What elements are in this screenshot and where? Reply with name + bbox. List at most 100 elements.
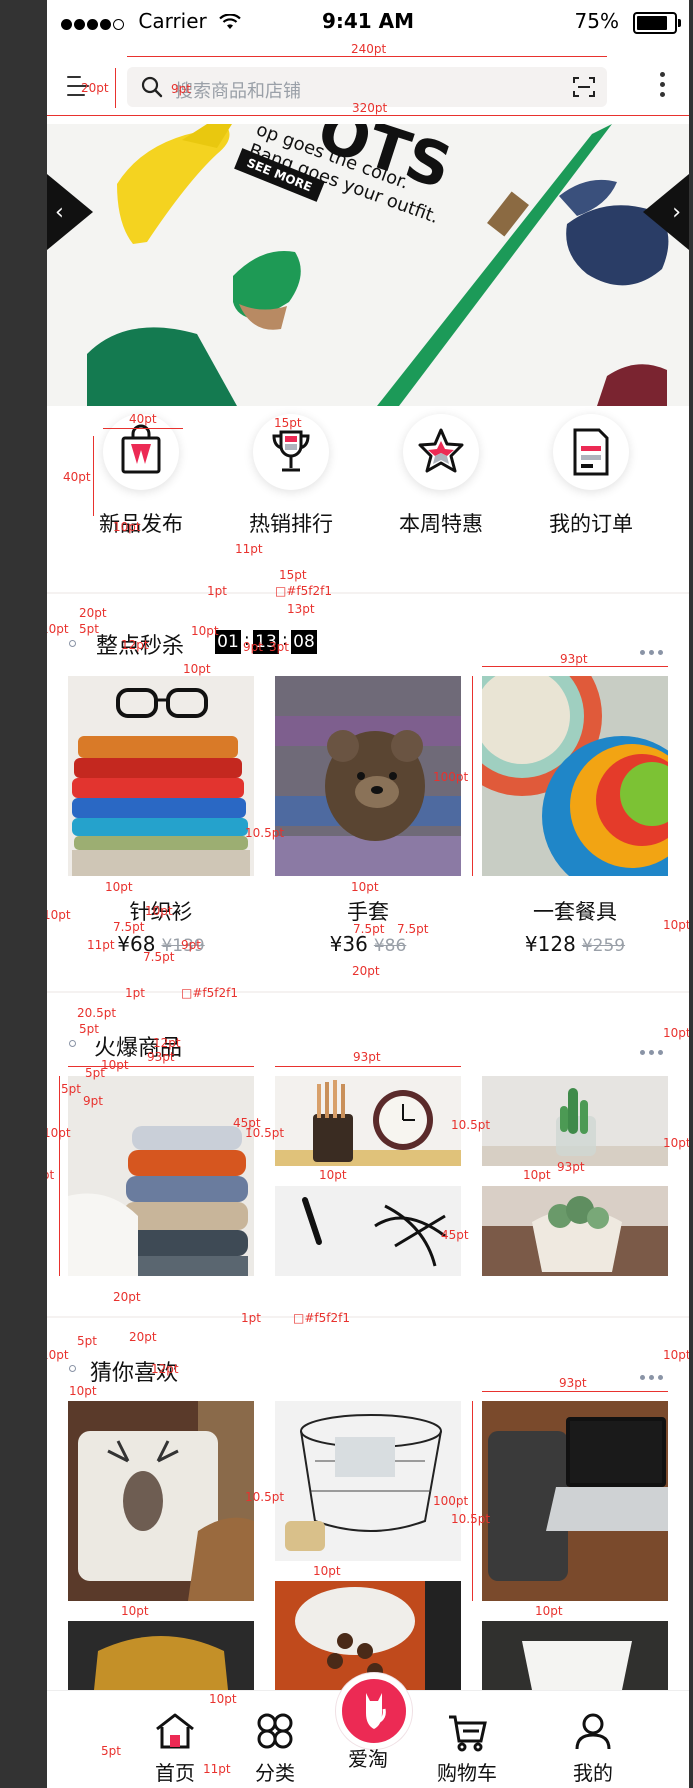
measure-label: 7.5pt <box>353 922 385 936</box>
shopping-bag-icon <box>121 424 161 474</box>
hot-item-succulent[interactable] <box>482 1186 668 1276</box>
category-new-arrivals[interactable]: 新品发布 <box>91 414 191 538</box>
section-more-icon[interactable] <box>640 640 670 655</box>
measure-label: 13pt <box>287 602 315 616</box>
category-label: 本周特惠 <box>399 512 483 536</box>
banner-next-button[interactable] <box>643 174 689 250</box>
banner-prev-button[interactable] <box>47 174 93 250</box>
measure-label: 20pt <box>352 964 380 978</box>
measure-line <box>482 666 668 667</box>
measure-label: 12pt <box>153 1036 181 1050</box>
measure-label: 10pt <box>663 918 689 932</box>
product-photo <box>68 1621 254 1690</box>
product-photo <box>68 676 254 876</box>
measure-line <box>127 56 607 57</box>
hot-item-cactus[interactable] <box>482 1076 668 1166</box>
guess-item-laptop[interactable] <box>482 1401 668 1601</box>
measure-label: 12pt <box>121 638 149 652</box>
star-icon <box>418 428 464 473</box>
more-options-icon[interactable] <box>660 72 666 102</box>
measure-label: 93pt <box>559 1376 587 1390</box>
guess-item-deer-pillow[interactable] <box>68 1401 254 1601</box>
tab-label: 我的 <box>573 1761 613 1785</box>
tab-mine[interactable]: 我的 <box>543 1691 643 1786</box>
guess-item-bag[interactable] <box>68 1621 254 1690</box>
measure-label: 11pt <box>235 542 263 556</box>
chevron-right-icon: › <box>672 200 681 225</box>
measure-label: 100pt <box>433 770 469 784</box>
product-photo <box>482 1401 668 1601</box>
measure-line <box>59 1076 60 1276</box>
measure-label: 10pt <box>663 1136 689 1150</box>
measure-label: 45pt <box>441 1228 469 1242</box>
promo-banner[interactable]: OTS op goes the color. Bang goes your ou… <box>47 124 689 406</box>
measure-label: 5pt <box>85 1066 105 1080</box>
section-more-icon[interactable] <box>640 1040 670 1055</box>
category-my-orders[interactable]: 我的订单 <box>541 414 641 538</box>
product-image-sweaters[interactable] <box>68 676 254 876</box>
section-more-icon[interactable] <box>640 1365 670 1380</box>
tab-category[interactable]: 分类 <box>225 1691 325 1786</box>
section-dot <box>69 640 76 647</box>
measure-label: 20pt <box>113 1290 141 1304</box>
category-label: 热销排行 <box>249 512 333 536</box>
tab-label: 分类 <box>255 1761 295 1785</box>
measure-label: 11pt <box>203 1762 231 1776</box>
category-label: 新品发布 <box>99 512 183 536</box>
search-icon <box>141 76 163 102</box>
document-icon <box>573 428 609 476</box>
measure-label: 1pt <box>207 584 227 598</box>
measure-label: 10pt <box>121 1604 149 1618</box>
product-old-price: ¥86 <box>373 936 407 956</box>
measure-label: 10pt <box>47 1348 69 1362</box>
measure-line <box>103 428 183 429</box>
hot-item-stationery[interactable] <box>275 1076 461 1166</box>
measure-label: 10pt <box>145 904 173 918</box>
measure-line <box>115 68 116 108</box>
measure-label: 10pt <box>113 520 141 534</box>
measure-label: 93pt <box>353 1050 381 1064</box>
hot-item-glasses[interactable] <box>275 1186 461 1276</box>
measure-label: 10pt <box>351 880 379 894</box>
category-bestsellers[interactable]: 热销排行 <box>241 414 341 538</box>
measure-label: 10pt <box>47 622 69 636</box>
measure-line <box>472 676 473 876</box>
measure-label: 10pt <box>105 880 133 894</box>
product-image-tableware[interactable] <box>482 676 668 876</box>
measure-label: 10pt <box>319 1168 347 1182</box>
tab-aitao[interactable]: 爱淘 <box>318 1739 418 1772</box>
category-weekly-deals[interactable]: 本周特惠 <box>391 414 491 538</box>
product-old-price: ¥259 <box>581 936 626 956</box>
scan-icon[interactable] <box>573 76 595 102</box>
measure-label: 10pt <box>663 1026 689 1040</box>
guess-item-cup[interactable] <box>482 1621 668 1690</box>
measure-label: 10.5pt <box>245 826 285 840</box>
measure-label: 11pt <box>87 938 115 952</box>
tab-cart[interactable]: 购物车 <box>417 1691 517 1786</box>
search-placeholder: 搜索商品和店铺 <box>175 81 301 102</box>
section-divider <box>47 1316 689 1318</box>
measure-label: 9pt <box>83 1094 103 1108</box>
product-photo <box>275 1401 461 1561</box>
measure-label: 20pt <box>81 81 109 95</box>
guess-item-wire-basket[interactable] <box>275 1401 461 1561</box>
measure-label: 10pt <box>101 1058 129 1072</box>
phone-screen: Carrier 9:41 AM 75% 搜索商品和店铺 OTS op goes … <box>47 0 689 1788</box>
product-photo <box>482 1076 668 1166</box>
product-photo <box>482 1186 668 1276</box>
category-icon-bg <box>403 414 479 490</box>
measure-label: 320pt <box>352 101 388 115</box>
measure-label: □#f5f2f1 <box>275 584 332 598</box>
measure-label: 20pt <box>129 1330 157 1344</box>
measure-label: 5pt <box>61 1082 81 1096</box>
category-icon-bg <box>553 414 629 490</box>
chevron-left-icon: ‹ <box>55 200 64 225</box>
measure-label: 93pt <box>557 1160 585 1174</box>
measure-line <box>47 115 689 116</box>
cat-icon[interactable] <box>336 1673 412 1749</box>
measure-label: 100pt <box>433 1494 469 1508</box>
measure-label: □#f5f2f1 <box>293 1311 350 1325</box>
measure-label: 15pt <box>274 416 302 430</box>
tab-label: 爱淘 <box>348 1747 388 1771</box>
measure-line <box>482 1391 668 1392</box>
